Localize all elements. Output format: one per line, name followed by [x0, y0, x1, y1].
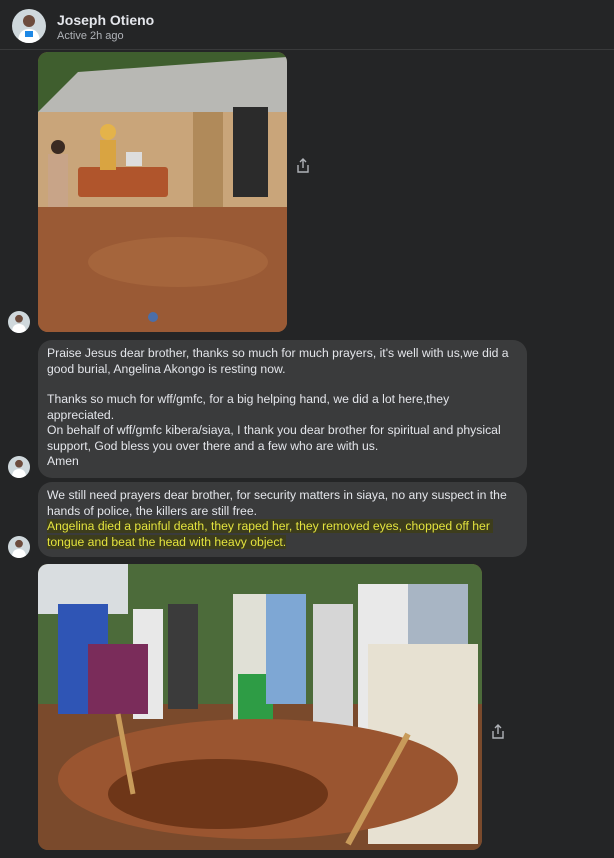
user-avatar-icon	[12, 9, 46, 43]
photo-grave-digging	[38, 564, 482, 850]
message-photo-grave[interactable]	[38, 564, 482, 850]
photo-house-coffin	[38, 52, 287, 332]
share-icon	[297, 158, 309, 173]
message-paragraph: Praise Jesus dear brother, thanks so muc…	[47, 346, 512, 376]
conversation-header: Joseph Otieno Active 2h ago	[0, 0, 614, 50]
message-bubble-security[interactable]: We still need prayers dear brother, for …	[38, 482, 527, 557]
share-photo-1-button[interactable]	[295, 158, 311, 174]
highlighted-text: Angelina died a painful death, they rape…	[47, 519, 494, 549]
user-avatar-icon	[8, 456, 30, 478]
contact-name[interactable]: Joseph Otieno	[57, 12, 154, 28]
message-bubble-burial[interactable]: Praise Jesus dear brother, thanks so muc…	[38, 340, 527, 478]
message-text: We still need prayers dear brother, for …	[47, 488, 511, 518]
sender-avatar[interactable]	[8, 311, 30, 333]
user-avatar-icon	[8, 311, 30, 333]
user-avatar-icon	[8, 536, 30, 558]
sender-avatar[interactable]	[8, 536, 30, 558]
message-paragraph: Thanks so much for wff/gmfc, for a big h…	[47, 392, 501, 468]
active-status: Active 2h ago	[57, 30, 124, 42]
sender-avatar[interactable]	[8, 456, 30, 478]
share-icon	[492, 724, 504, 739]
contact-avatar[interactable]	[12, 9, 46, 43]
message-photo-house[interactable]	[38, 52, 287, 332]
share-photo-2-button[interactable]	[490, 724, 506, 740]
